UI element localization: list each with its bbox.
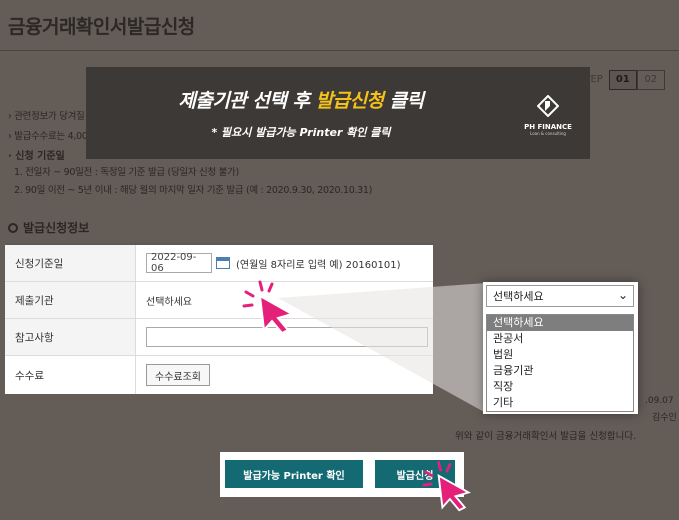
logo-name: PH FINANCE [524, 123, 572, 131]
dropdown-selected: 선택하세요 [493, 290, 544, 303]
dropdown-option[interactable]: 법원 [487, 347, 633, 363]
dropdown-option[interactable]: 관공서 [487, 331, 633, 347]
dropdown-option[interactable]: 선택하세요 [487, 315, 633, 331]
dropdown-option[interactable]: 기타 [487, 395, 633, 411]
pointer-click-icon [242, 280, 295, 334]
instruction-banner: 제출기관 선택 후 발급신청 클릭 * 필요시 발급가능 Printer 확인 … [86, 67, 590, 159]
logo-mark-icon [536, 94, 560, 118]
dropdown-option[interactable]: 직장 [487, 379, 633, 395]
dropdown-zoom: 선택하세요 ⌄ 선택하세요 관공서 법원 금융기관 직장 기타 [483, 282, 638, 414]
logo-tagline: Loan & consulting [530, 131, 566, 136]
institution-dropdown[interactable]: 선택하세요 ⌄ [486, 285, 634, 307]
banner-subtitle: * 필요시 발급가능 Printer 확인 클릭 [211, 126, 391, 139]
company-logo: PH FINANCE Loan & consulting [518, 94, 578, 136]
banner-title: 제출기관 선택 후 발급신청 클릭 [178, 90, 424, 112]
chevron-down-icon: ⌄ [617, 288, 628, 302]
dropdown-option[interactable]: 금융기관 [487, 363, 633, 379]
dropdown-options: 선택하세요 관공서 법원 금융기관 직장 기타 [486, 314, 634, 412]
pointer-click-icon [422, 461, 471, 512]
printer-check-button[interactable]: 발급가능 Printer 확인 [225, 460, 363, 488]
